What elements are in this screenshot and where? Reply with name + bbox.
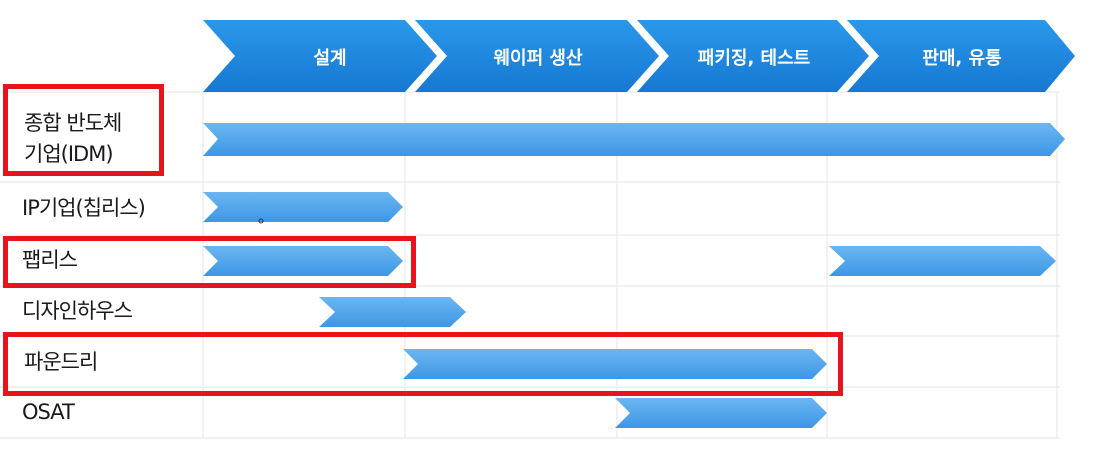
- bar-fabless-sales: [829, 246, 1056, 276]
- bar-design-house: [319, 297, 466, 327]
- highlight-box-idm: [3, 84, 164, 176]
- stage-label-sales: 판매, 유통: [922, 48, 1001, 69]
- stage-label-design: 설계: [313, 48, 346, 69]
- row-label-design-house: 디자인하우스: [22, 299, 133, 323]
- row-label-osat: OSAT: [22, 400, 75, 424]
- row-label-ip-chipless: IP기업(칩리스): [22, 196, 146, 220]
- highlight-box-foundry: [3, 332, 843, 396]
- bar-idm: [203, 123, 1065, 156]
- highlight-box-fabless: [3, 236, 416, 288]
- stage-label-packaging: 패키징, 테스트: [698, 48, 810, 69]
- bar-osat: [615, 398, 827, 428]
- stage-label-wafer: 웨이퍼 생산: [493, 48, 583, 69]
- value-chain-diagram: 설계 웨이퍼 생산 패키징, 테스트 판매, 유통 종합 반도체 기업(IDM)…: [0, 0, 1099, 452]
- bar-ip-chipless: [203, 192, 403, 222]
- stage-header: 설계 웨이퍼 생산 패키징, 테스트 판매, 유통: [203, 20, 1075, 92]
